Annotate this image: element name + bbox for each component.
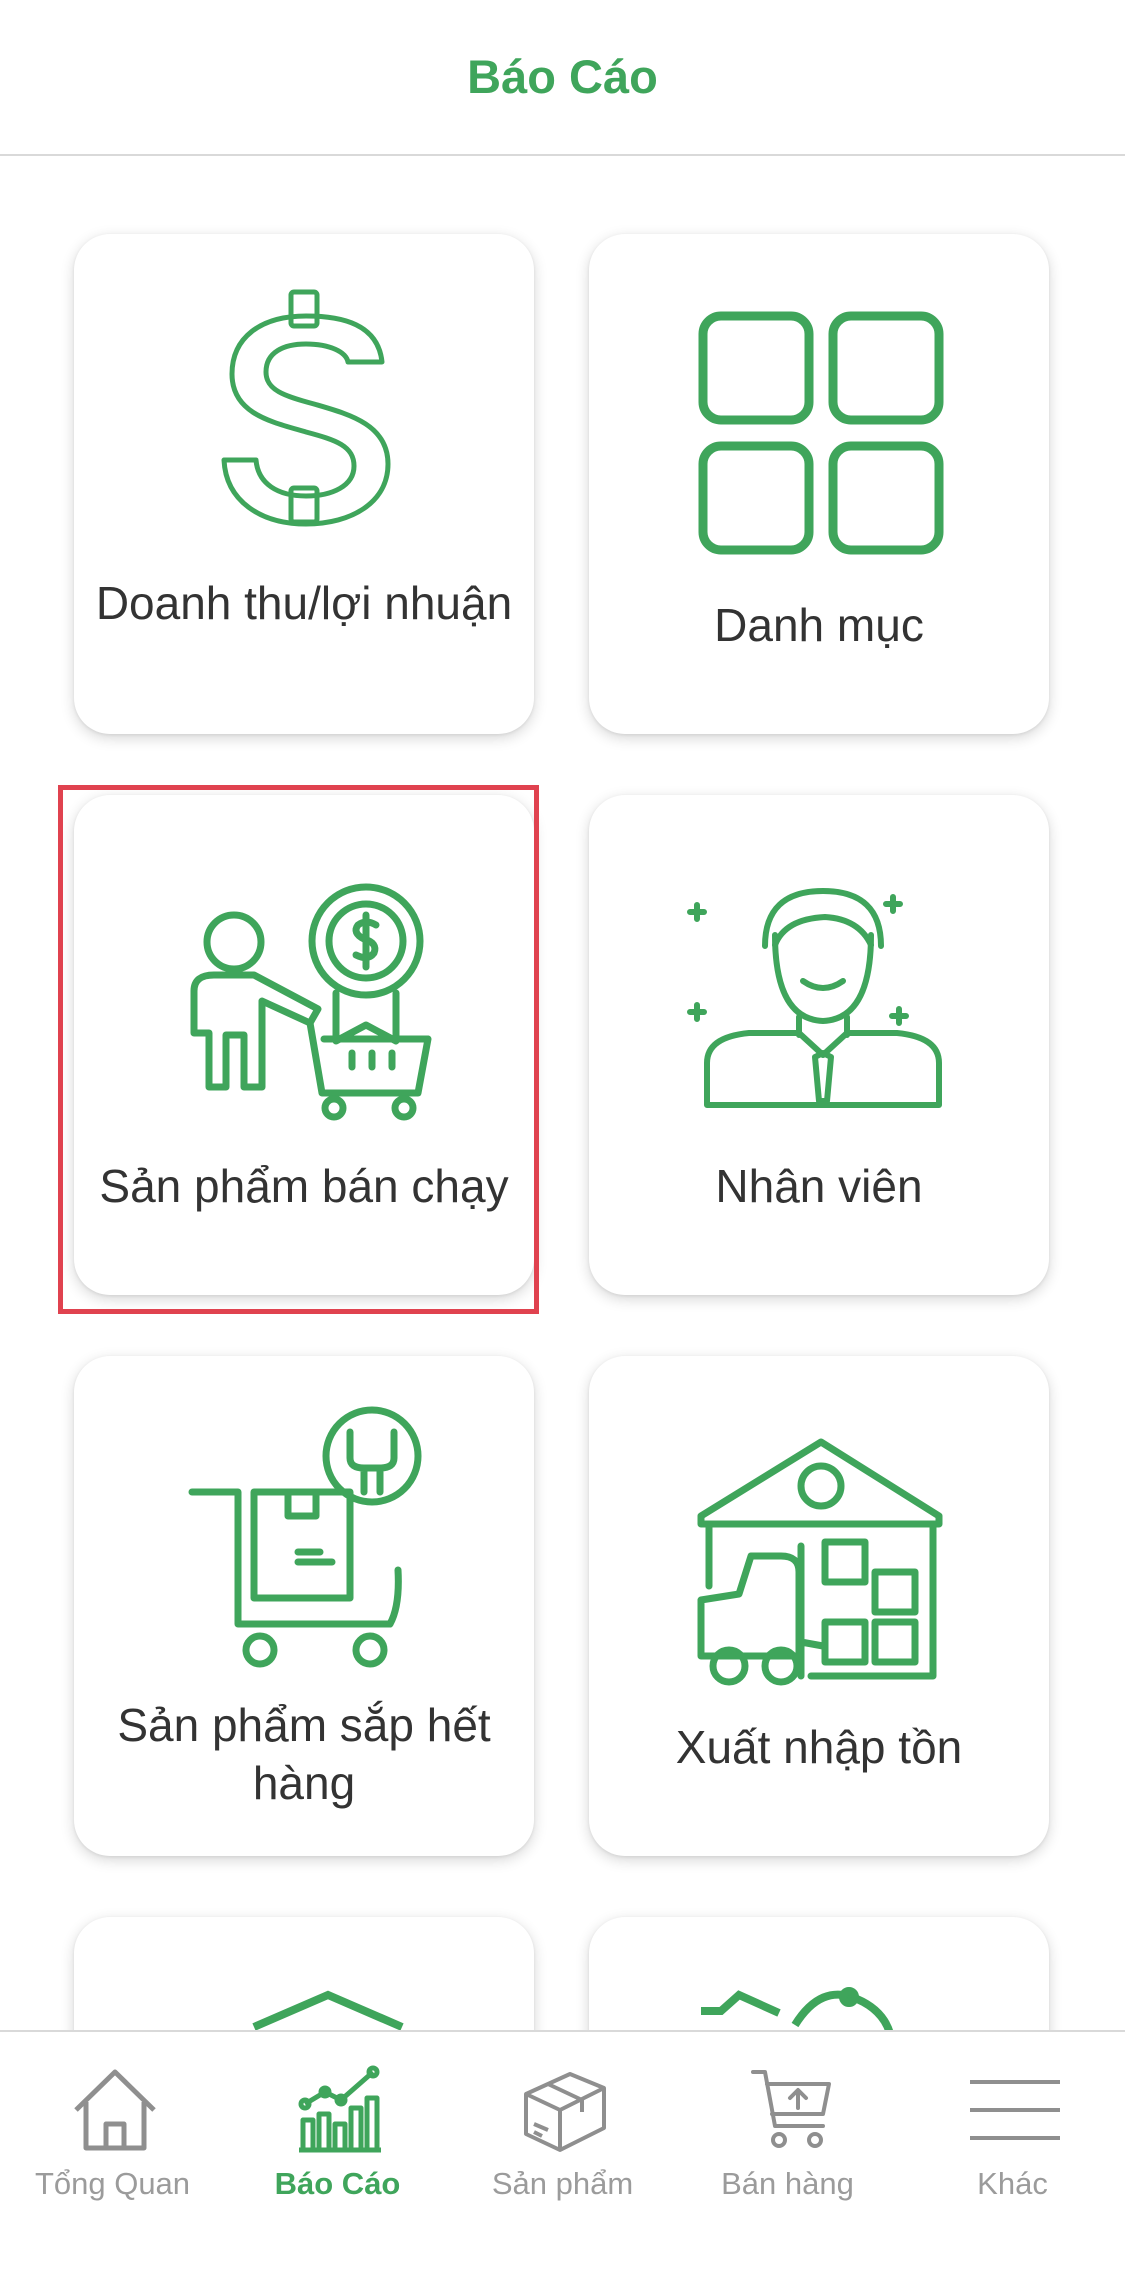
tab-label: Báo Cáo <box>274 2166 401 2201</box>
box-icon <box>524 2072 606 2152</box>
card-label: Doanh thu/lợi nhuận <box>95 577 513 629</box>
header: Báo Cáo <box>0 0 1125 156</box>
report-chart-icon <box>298 2065 381 2153</box>
grid-icon <box>698 311 944 555</box>
home-icon <box>74 2069 156 2151</box>
tab-report[interactable]: Báo Cáo <box>225 2032 450 2272</box>
employee-icon <box>687 888 942 1108</box>
cart-icon <box>751 2070 831 2148</box>
menu-icon <box>970 2080 1060 2140</box>
card-label: Sản phẩm sắp hết hàng <box>117 1699 491 1809</box>
tab-products[interactable]: Sản phẩm <box>450 2032 675 2272</box>
tab-label: Bán hàng <box>721 2166 854 2201</box>
tab-more[interactable]: Khác <box>900 2032 1125 2272</box>
tab-label: Sản phẩm <box>491 2166 634 2201</box>
card-label: Nhân viên <box>715 1160 923 1212</box>
card-label: Xuất nhập tồn <box>675 1721 963 1773</box>
selection-highlight <box>58 785 539 1314</box>
dollar-icon <box>221 289 391 527</box>
card-inventory[interactable]: Xuất nhập tồn <box>589 1356 1049 1856</box>
tab-sales[interactable]: Bán hàng <box>675 2032 900 2272</box>
tab-label: Tổng Quan <box>34 2166 191 2201</box>
card-label: Danh mục <box>714 599 924 651</box>
card-revenue[interactable]: Doanh thu/lợi nhuận <box>74 234 534 734</box>
warehouse-icon <box>697 1438 943 1686</box>
tab-overview[interactable]: Tổng Quan <box>0 2032 225 2272</box>
card-low-stock[interactable]: Sản phẩm sắp hết hàng <box>74 1356 534 1856</box>
tab-label: Khác <box>977 2166 1048 2201</box>
page-title: Báo Cáo <box>467 49 658 103</box>
card-employee[interactable]: Nhân viên <box>589 795 1049 1295</box>
low-stock-icon <box>188 1406 422 1668</box>
card-category[interactable]: Danh mục <box>589 234 1049 734</box>
bottom-tab-bar: Tổng Quan Báo Cáo Sản phẩm Bán hàng Khác <box>0 2030 1125 2272</box>
